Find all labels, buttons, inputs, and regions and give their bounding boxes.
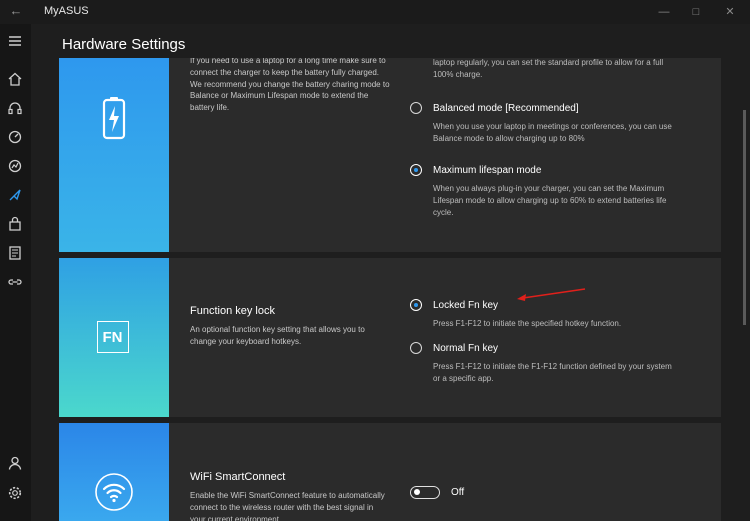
function-key-lock-title: Function key lock [190, 305, 275, 317]
balanced-mode-description: When you use your laptop in meetings or … [433, 122, 672, 143]
title-bar: ← MyASUS — □ ✕ [0, 0, 750, 24]
function-key-lock-description: An optional function key setting that al… [190, 325, 365, 346]
maximum-lifespan-option[interactable]: Maximum lifespan mode When you always pl… [410, 164, 710, 217]
wifi-smartconnect-title: WiFi SmartConnect [190, 471, 286, 483]
balanced-mode-radio[interactable] [410, 102, 422, 114]
shopping-bag-icon[interactable] [6, 215, 24, 233]
diagnostics-icon[interactable] [6, 128, 24, 146]
link-icon[interactable] [6, 273, 24, 291]
page-title: Hardware Settings [62, 36, 186, 53]
battery-tile [59, 58, 169, 252]
balanced-mode-option[interactable]: Balanced mode [Recommended] When you use… [410, 102, 710, 143]
minimize-icon[interactable]: — [656, 4, 672, 20]
fn-key-icon-text: FN [102, 329, 123, 346]
maximize-icon[interactable]: □ [688, 4, 704, 20]
back-arrow-icon[interactable]: ← [8, 3, 24, 19]
standard-mode-description: laptop regularly, you can set the standa… [433, 58, 664, 79]
settings-gear-icon[interactable] [6, 484, 24, 502]
toggle-knob [414, 489, 420, 495]
hamburger-menu-icon[interactable] [6, 32, 24, 50]
news-icon[interactable] [6, 244, 24, 262]
battery-card-description: If you need to use a laptop for a long t… [190, 58, 390, 113]
battery-charging-icon [102, 97, 126, 140]
locked-fn-key-option[interactable]: Locked Fn key Press F1-F12 to initiate t… [410, 299, 710, 330]
wifi-smartconnect-toggle-label: Off [451, 487, 465, 498]
wifi-smartconnect-toggle[interactable] [410, 486, 440, 499]
normal-fn-key-description: Press F1-F12 to initiate the F1-F12 func… [433, 362, 672, 383]
function-key-lock-card: FN Function key lock An optional functio… [59, 258, 721, 417]
wifi-tile [59, 423, 169, 521]
locked-fn-key-label[interactable]: Locked Fn key [433, 300, 498, 311]
page-header: Hardware Settings [31, 24, 750, 58]
normal-fn-key-radio[interactable] [410, 342, 422, 354]
balanced-mode-label[interactable]: Balanced mode [Recommended] [433, 103, 579, 114]
vertical-scrollbar[interactable] [743, 110, 746, 325]
function-key-tile: FN [59, 258, 169, 417]
normal-fn-key-option[interactable]: Normal Fn key Press F1-F12 to initiate t… [410, 342, 710, 385]
app-title: MyASUS [44, 5, 89, 17]
performance-icon[interactable] [6, 157, 24, 175]
fn-key-icon: FN [97, 321, 129, 353]
wifi-smartconnect-card: WiFi SmartConnect Enable the WiFi SmartC… [59, 423, 721, 521]
locked-fn-key-description: Press F1-F12 to initiate the specified h… [433, 319, 622, 328]
maximum-lifespan-description: When you always plug-in your charger, yo… [433, 184, 667, 217]
maximum-lifespan-radio[interactable] [410, 164, 422, 176]
user-account-icon[interactable] [6, 454, 24, 472]
battery-health-card: If you need to use a laptop for a long t… [59, 58, 721, 252]
annotation-arrow-icon [517, 288, 586, 301]
wifi-icon [95, 473, 133, 511]
locked-fn-key-radio[interactable] [410, 299, 422, 311]
maximum-lifespan-label[interactable]: Maximum lifespan mode [433, 165, 541, 176]
normal-fn-key-label[interactable]: Normal Fn key [433, 343, 498, 354]
wifi-smartconnect-description: Enable the WiFi SmartConnect feature to … [190, 491, 385, 521]
home-icon[interactable] [6, 70, 24, 88]
customization-icon[interactable] [6, 186, 24, 204]
close-icon[interactable]: ✕ [722, 4, 738, 20]
nav-rail [0, 24, 31, 521]
headset-icon[interactable] [6, 99, 24, 117]
